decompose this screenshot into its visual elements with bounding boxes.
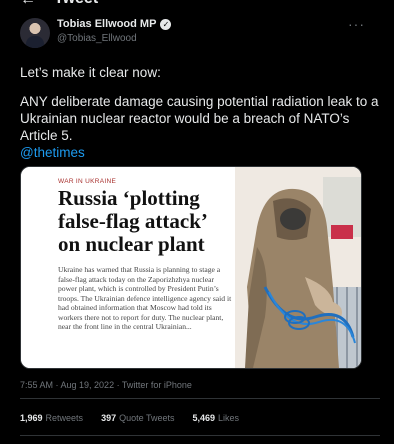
more-options-icon[interactable]: ··· [348, 16, 365, 32]
divider [20, 398, 380, 399]
tweet-line-2: ANY deliberate damage causing potential … [20, 94, 379, 143]
tweet-line-1: Let’s make it clear now: [20, 65, 161, 80]
quote-tweets-stat[interactable]: 397 Quote Tweets [101, 413, 174, 423]
page-title: Tweet [54, 0, 98, 8]
likes-label: Likes [218, 413, 240, 423]
article-headline: Russia ‘plotting false-flag attack’ on n… [58, 186, 207, 256]
mention-link[interactable]: @thetimes [20, 144, 380, 161]
engagement-stats: 1,969 Retweets 397 Quote Tweets 5,469 Likes [20, 413, 239, 423]
quote-tweets-label: Quote Tweets [119, 413, 175, 423]
article-body: Ukraine has warned that Russia is planni… [58, 265, 232, 331]
likes-count: 5,469 [192, 413, 215, 423]
tweet-text: Let’s make it clear now: ANY deliberate … [20, 64, 380, 161]
article-photo [235, 167, 361, 368]
article-kicker: WAR IN UKRAINE [58, 178, 117, 185]
tweet-timestamp[interactable]: 7:55 AM · Aug 19, 2022 · Twitter for iPh… [20, 380, 192, 390]
quote-tweets-count: 397 [101, 413, 117, 423]
back-arrow-icon[interactable]: ← [20, 0, 36, 9]
likes-stat[interactable]: 5,469 Likes [192, 413, 239, 423]
article-preview: WAR IN UKRAINE Russia ‘plotting false-fl… [21, 167, 235, 368]
verified-badge-icon: ✓ [160, 18, 172, 30]
retweets-stat[interactable]: 1,969 Retweets [20, 413, 83, 423]
link-preview-card[interactable]: WAR IN UKRAINE Russia ‘plotting false-fl… [20, 166, 362, 369]
author-name-row: Tobias Ellwood MP ✓ [57, 18, 172, 30]
author-name[interactable]: Tobias Ellwood MP [57, 18, 156, 30]
hazmat-worker-photo [235, 167, 361, 368]
avatar[interactable] [20, 18, 50, 48]
top-bar: ← Tweet [0, 0, 394, 10]
author-handle[interactable]: @Tobias_Ellwood [57, 33, 137, 44]
retweets-count: 1,969 [20, 413, 43, 423]
retweets-label: Retweets [45, 413, 84, 423]
divider [20, 435, 380, 436]
